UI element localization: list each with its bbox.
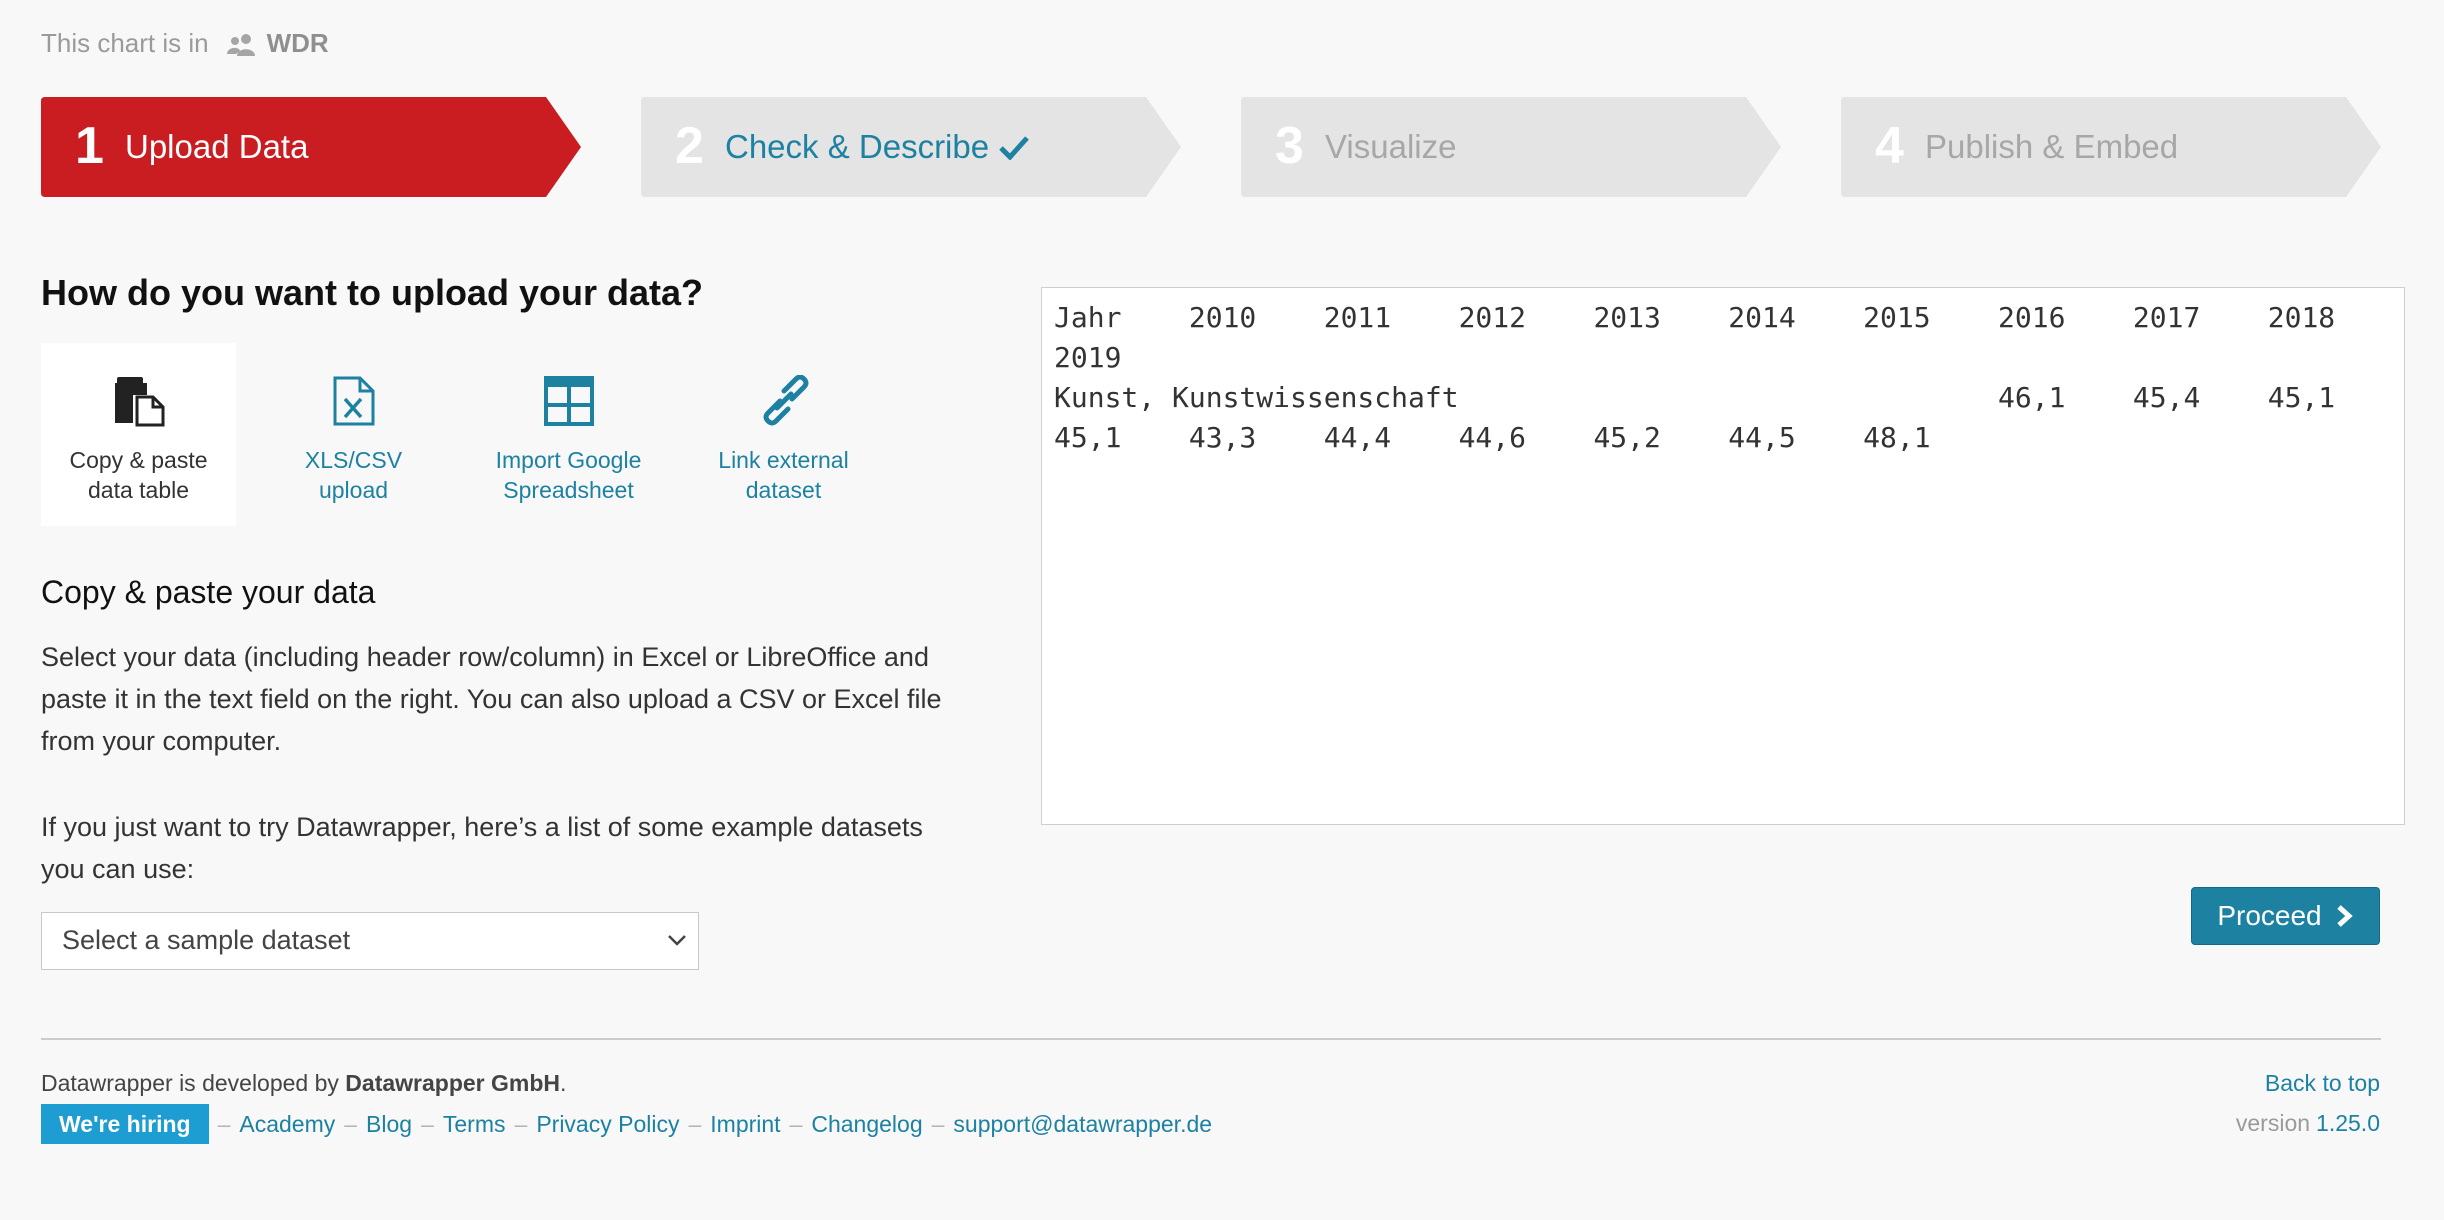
proceed-label: Proceed xyxy=(2217,900,2322,931)
company-name: Datawrapper GmbH xyxy=(345,1070,561,1096)
step-visualize[interactable]: 3 Visualize xyxy=(1241,97,1781,197)
upload-methods: Copy & paste data table XLS/CSV upload I… xyxy=(41,343,901,526)
link-icon xyxy=(758,373,810,429)
step-label: Visualize xyxy=(1325,128,1457,165)
method-label-line2: dataset xyxy=(745,477,822,503)
copy-paste-icon xyxy=(113,373,165,429)
footer-link-academy[interactable]: Academy xyxy=(239,1111,335,1138)
method-label-line2: Spreadsheet xyxy=(503,477,634,503)
method-copy-paste[interactable]: Copy & paste data table xyxy=(41,343,236,526)
step-number: 2 xyxy=(675,117,704,175)
paste-description: Select your data (including header row/c… xyxy=(41,642,942,756)
step-label: Publish & Embed xyxy=(1925,128,2179,165)
version-number: 1.25.0 xyxy=(2316,1110,2380,1136)
separator: – xyxy=(344,1110,358,1137)
step-label-wrap: Check & Describe xyxy=(725,127,1029,167)
step-label: Upload Data xyxy=(125,128,309,165)
step-label: Check & Describe xyxy=(725,128,990,165)
method-label-line1: XLS/CSV xyxy=(304,447,403,473)
chevron-down-icon xyxy=(666,929,688,956)
separator: – xyxy=(931,1110,945,1137)
separator: – xyxy=(514,1110,528,1137)
data-textarea-content: Jahr 2010 2011 2012 2013 2014 2015 2016 … xyxy=(1054,301,2336,454)
sample-dataset-select[interactable]: Select a sample dataset xyxy=(41,912,699,970)
footer-link-imprint[interactable]: Imprint xyxy=(710,1111,780,1138)
separator: – xyxy=(217,1110,231,1137)
paste-heading: Copy & paste your data xyxy=(41,574,376,610)
footer-link-terms[interactable]: Terms xyxy=(443,1111,506,1138)
workflow-steps: 1 Upload Data 2 Check & Describe 3 Visua… xyxy=(41,97,2401,197)
method-label: Copy & paste data table xyxy=(49,445,229,505)
method-label-line2: upload xyxy=(318,477,389,503)
separator: – xyxy=(789,1110,803,1137)
method-label-line2: data table xyxy=(87,477,190,503)
method-label: Import Google Spreadsheet xyxy=(479,445,659,505)
step-number: 1 xyxy=(75,117,104,175)
developed-suffix: . xyxy=(560,1070,567,1096)
footer-links: We're hiring – Academy – Blog – Terms – … xyxy=(41,1104,1212,1144)
step-arrow-shape xyxy=(1241,97,1781,197)
chart-owner-info: This chart is in WDR xyxy=(41,28,329,59)
method-label-line1: Import Google xyxy=(495,447,642,473)
footer-link-support-email[interactable]: support@datawrapper.de xyxy=(953,1111,1212,1138)
team-name[interactable]: WDR xyxy=(267,28,329,59)
version-info: version 1.25.0 xyxy=(2236,1110,2380,1137)
spreadsheet-grid-icon xyxy=(543,373,594,429)
method-label: Link external dataset xyxy=(694,445,874,505)
chevron-right-icon xyxy=(2334,904,2354,928)
method-label-line1: Copy & paste xyxy=(69,447,208,473)
sample-dataset-select-value: Select a sample dataset xyxy=(62,925,351,955)
method-label: XLS/CSV upload xyxy=(264,445,444,505)
back-to-top-link[interactable]: Back to top xyxy=(2265,1070,2380,1097)
upload-heading: How do you want to upload your data? xyxy=(41,272,703,313)
separator: – xyxy=(421,1110,434,1137)
footer-link-privacy[interactable]: Privacy Policy xyxy=(536,1111,679,1138)
footer-developed-by: Datawrapper is developed by Datawrapper … xyxy=(41,1070,566,1097)
step-arrow-shape xyxy=(41,97,581,197)
separator: – xyxy=(688,1110,702,1137)
footer-divider xyxy=(41,1038,2381,1040)
method-label-line1: Link external xyxy=(718,447,849,473)
step-number: 4 xyxy=(1875,117,1904,175)
developed-prefix: Datawrapper is developed by xyxy=(41,1070,346,1096)
step-publish-embed[interactable]: 4 Publish & Embed xyxy=(1841,97,2381,197)
checkmark-icon xyxy=(999,134,1029,160)
step-upload-data[interactable]: 1 Upload Data xyxy=(41,97,581,197)
proceed-button[interactable]: Proceed xyxy=(2191,887,2380,945)
hiring-badge[interactable]: We're hiring xyxy=(41,1104,209,1144)
data-textarea[interactable]: Jahr 2010 2011 2012 2013 2014 2015 2016 … xyxy=(1041,287,2405,825)
step-number: 3 xyxy=(1275,117,1304,175)
team-icon xyxy=(225,32,257,56)
method-xls-csv-upload[interactable]: XLS/CSV upload xyxy=(256,343,451,526)
step-check-describe[interactable]: 2 Check & Describe xyxy=(641,97,1181,197)
xls-file-icon xyxy=(332,373,376,429)
method-google-spreadsheet[interactable]: Import Google Spreadsheet xyxy=(471,343,666,526)
chart-in-label: This chart is in xyxy=(41,28,209,58)
method-link-external[interactable]: Link external dataset xyxy=(686,343,881,526)
footer-link-changelog[interactable]: Changelog xyxy=(811,1111,922,1138)
version-label: version xyxy=(2235,1110,2311,1136)
example-datasets-text: If you just want to try Datawrapper, her… xyxy=(41,812,923,884)
footer-link-blog[interactable]: Blog xyxy=(366,1111,412,1138)
